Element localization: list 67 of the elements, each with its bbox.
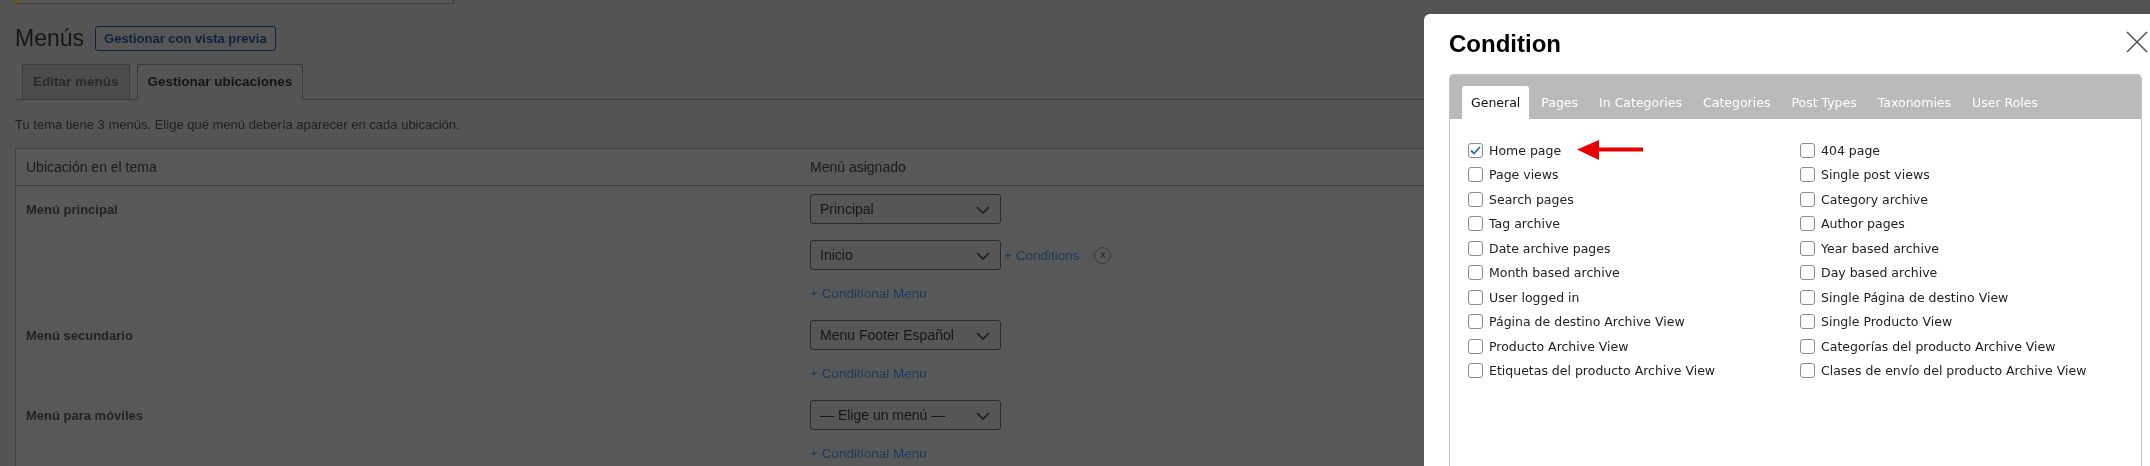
column-header: Menú asignado bbox=[809, 159, 906, 175]
option-label: Clases de envío del producto Archive View bbox=[1821, 363, 2087, 379]
close-icon[interactable] bbox=[2126, 31, 2148, 53]
option-label: Producto Archive View bbox=[1489, 338, 1629, 354]
checkbox[interactable] bbox=[1468, 289, 1483, 305]
tab[interactable]: Categories bbox=[1694, 86, 1780, 119]
checkbox[interactable] bbox=[1800, 191, 1815, 207]
chevron-icon bbox=[976, 206, 990, 214]
checkbox[interactable] bbox=[1800, 216, 1815, 232]
menu-select[interactable]: Menu Footer Español bbox=[810, 320, 1001, 350]
option-label: Categorías del producto Archive View bbox=[1821, 338, 2056, 354]
option-label: Single post views bbox=[1821, 167, 1930, 183]
option-label: Tag archive bbox=[1489, 216, 1560, 232]
option-label: Day based archive bbox=[1821, 265, 1938, 281]
checkbox[interactable] bbox=[1800, 240, 1815, 256]
option-label: Category archive bbox=[1821, 191, 1928, 207]
option-label: Month based archive bbox=[1489, 265, 1620, 281]
preview-button[interactable]: Gestionar con vista previa bbox=[95, 25, 276, 51]
checkbox[interactable] bbox=[1468, 338, 1483, 354]
checkbox[interactable] bbox=[1800, 314, 1815, 330]
checkbox[interactable] bbox=[1800, 265, 1815, 281]
option-label: Date archive pages bbox=[1489, 240, 1611, 256]
tab[interactable]: Gestionar ubicaciones bbox=[136, 64, 304, 100]
chevron-icon bbox=[976, 332, 990, 340]
option-label: Single Página de destino View bbox=[1821, 289, 2009, 305]
checkbox[interactable] bbox=[1468, 167, 1483, 183]
option-label: Search pages bbox=[1489, 191, 1574, 207]
checkbox[interactable] bbox=[1800, 338, 1815, 354]
tab[interactable]: Pages bbox=[1532, 86, 1588, 119]
option-label: Home page bbox=[1489, 142, 1562, 158]
option-label: Single Producto View bbox=[1821, 314, 1953, 330]
tab[interactable]: In Categories bbox=[1590, 86, 1691, 119]
tab[interactable]: General bbox=[1462, 86, 1530, 119]
modal-title: Condition bbox=[1449, 29, 1561, 58]
option-label: Page views bbox=[1489, 167, 1559, 183]
menu-select[interactable]: Inicio bbox=[810, 240, 1001, 270]
checkbox[interactable] bbox=[1468, 191, 1483, 207]
checkbox[interactable] bbox=[1468, 314, 1483, 330]
option-label: Página de destino Archive View bbox=[1489, 314, 1685, 330]
tab[interactable]: User Roles bbox=[1963, 86, 2047, 119]
menu-select[interactable]: — Elige un menú — bbox=[810, 400, 1001, 430]
chevron-icon bbox=[976, 252, 990, 260]
tab[interactable]: Post Types bbox=[1782, 86, 1866, 119]
conditional-menu-link[interactable]: + Conditional Menu bbox=[810, 366, 927, 382]
checkbox[interactable] bbox=[1468, 363, 1483, 379]
tab[interactable]: Taxonomies bbox=[1868, 86, 1961, 119]
checkbox[interactable] bbox=[1800, 289, 1815, 305]
option-label: 404 page bbox=[1821, 142, 1881, 158]
checkbox[interactable] bbox=[1800, 167, 1815, 183]
conditional-menu-link[interactable]: + Conditional Menu bbox=[810, 286, 927, 302]
conditional-menu-link[interactable]: + Conditional Menu bbox=[810, 446, 927, 462]
checkbox[interactable] bbox=[1468, 216, 1483, 232]
option-label: Year based archive bbox=[1821, 240, 1940, 256]
option-label: Etiquetas del producto Archive View bbox=[1489, 363, 1716, 379]
checkbox[interactable] bbox=[1800, 142, 1815, 158]
option-label: Author pages bbox=[1821, 216, 1905, 232]
annotation-arrow bbox=[1577, 140, 1643, 160]
chevron-icon bbox=[976, 412, 990, 420]
checkbox[interactable] bbox=[1468, 265, 1483, 281]
page-title: Menús bbox=[15, 24, 85, 52]
option-label: User logged in bbox=[1489, 289, 1580, 305]
conditions-link[interactable]: + Conditions bbox=[1004, 247, 1080, 263]
checkbox[interactable] bbox=[1800, 363, 1815, 379]
checkbox[interactable] bbox=[1468, 142, 1483, 158]
checkbox[interactable] bbox=[1468, 240, 1483, 256]
column-header: Ubicación en el tema bbox=[25, 159, 157, 175]
menu-select[interactable]: Principal bbox=[810, 194, 1001, 224]
